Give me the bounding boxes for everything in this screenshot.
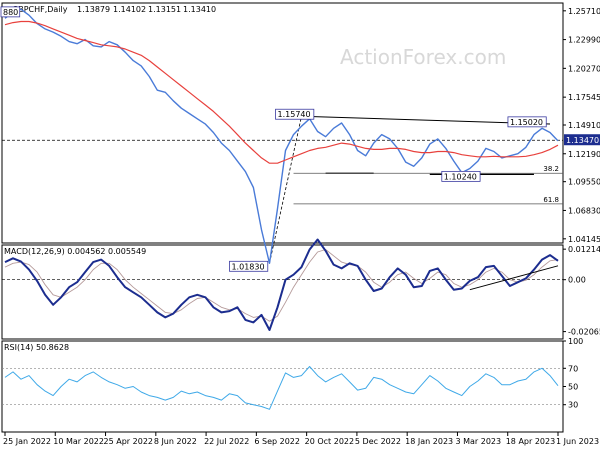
- x-tick-label: 25 Jan 2022: [3, 437, 51, 446]
- price-y-tick-label: 1.14910: [568, 121, 600, 130]
- price-y-tick-label: 1.17545: [568, 93, 600, 102]
- ohlc-open: 1.13879: [77, 5, 110, 14]
- macd-y-tick-label: 0.00: [568, 276, 586, 285]
- price-y-tick-label: 1.06830: [568, 206, 600, 215]
- price-y-tick-label: 1.12190: [568, 150, 600, 159]
- x-tick-label: 18 Apr 2023: [506, 437, 555, 446]
- x-tick-label: 3 Mar 2023: [455, 437, 501, 446]
- level-label-1-01830: 1.01830: [231, 262, 264, 271]
- macd-y-tick-label: -0.020656: [568, 328, 600, 337]
- current-price-label: 1.13470: [566, 136, 599, 145]
- x-tick-label: 8 Jun 2022: [154, 437, 197, 446]
- x-tick-label: 10 Mar 2022: [53, 437, 104, 446]
- fib-label: 38.2: [543, 165, 559, 173]
- macd-panel-title: MACD(12,26,9) 0.004562 0.005549: [4, 247, 146, 256]
- rsi-y-tick-label: 100: [568, 337, 583, 346]
- rsi-panel-title: RSI(14) 50.8628: [4, 343, 69, 352]
- x-tick-label: 18 Jan 2023: [405, 437, 453, 446]
- x-tick-label: 1 Jun 2023: [556, 437, 599, 446]
- x-tick-label: 20 Oct 2022: [305, 437, 354, 446]
- x-tick-label: 25 Apr 2022: [104, 437, 153, 446]
- fib-label: 61.8: [543, 196, 559, 204]
- x-tick-label: 6 Sep 2022: [254, 437, 300, 446]
- level-label-880: 880: [3, 8, 18, 17]
- ohlc-low: 1.13151: [148, 5, 181, 14]
- rsi-y-tick-label: 30: [568, 401, 578, 410]
- price-y-tick-label: 1.09550: [568, 178, 600, 187]
- x-tick-label: 5 Dec 2022: [355, 437, 401, 446]
- ohlc-close: 1.13410: [183, 5, 216, 14]
- rsi-y-tick-label: 50: [568, 383, 578, 392]
- level-label-1-10240: 1.10240: [444, 172, 477, 181]
- level-label-1-15020: 1.15020: [510, 118, 543, 127]
- macd-y-tick-label: 0.012145: [568, 245, 600, 254]
- price-y-tick-label: 1.22990: [568, 36, 600, 45]
- watermark: ActionForex.com: [340, 45, 506, 69]
- price-y-tick-label: 1.04145: [568, 235, 600, 244]
- ohlc-high: 1.14102: [113, 5, 146, 14]
- price-y-tick-label: 1.20270: [568, 64, 600, 73]
- x-tick-label: 22 Jul 2022: [204, 437, 249, 446]
- gbpchf-chart: GBPCHF,Daily 1.13879 1.14102 1.13151 1.1…: [0, 0, 600, 450]
- rsi-y-tick-label: 70: [568, 364, 578, 373]
- price-y-tick-label: 1.25710: [568, 7, 600, 16]
- level-label-1-15740: 1.15740: [278, 110, 311, 119]
